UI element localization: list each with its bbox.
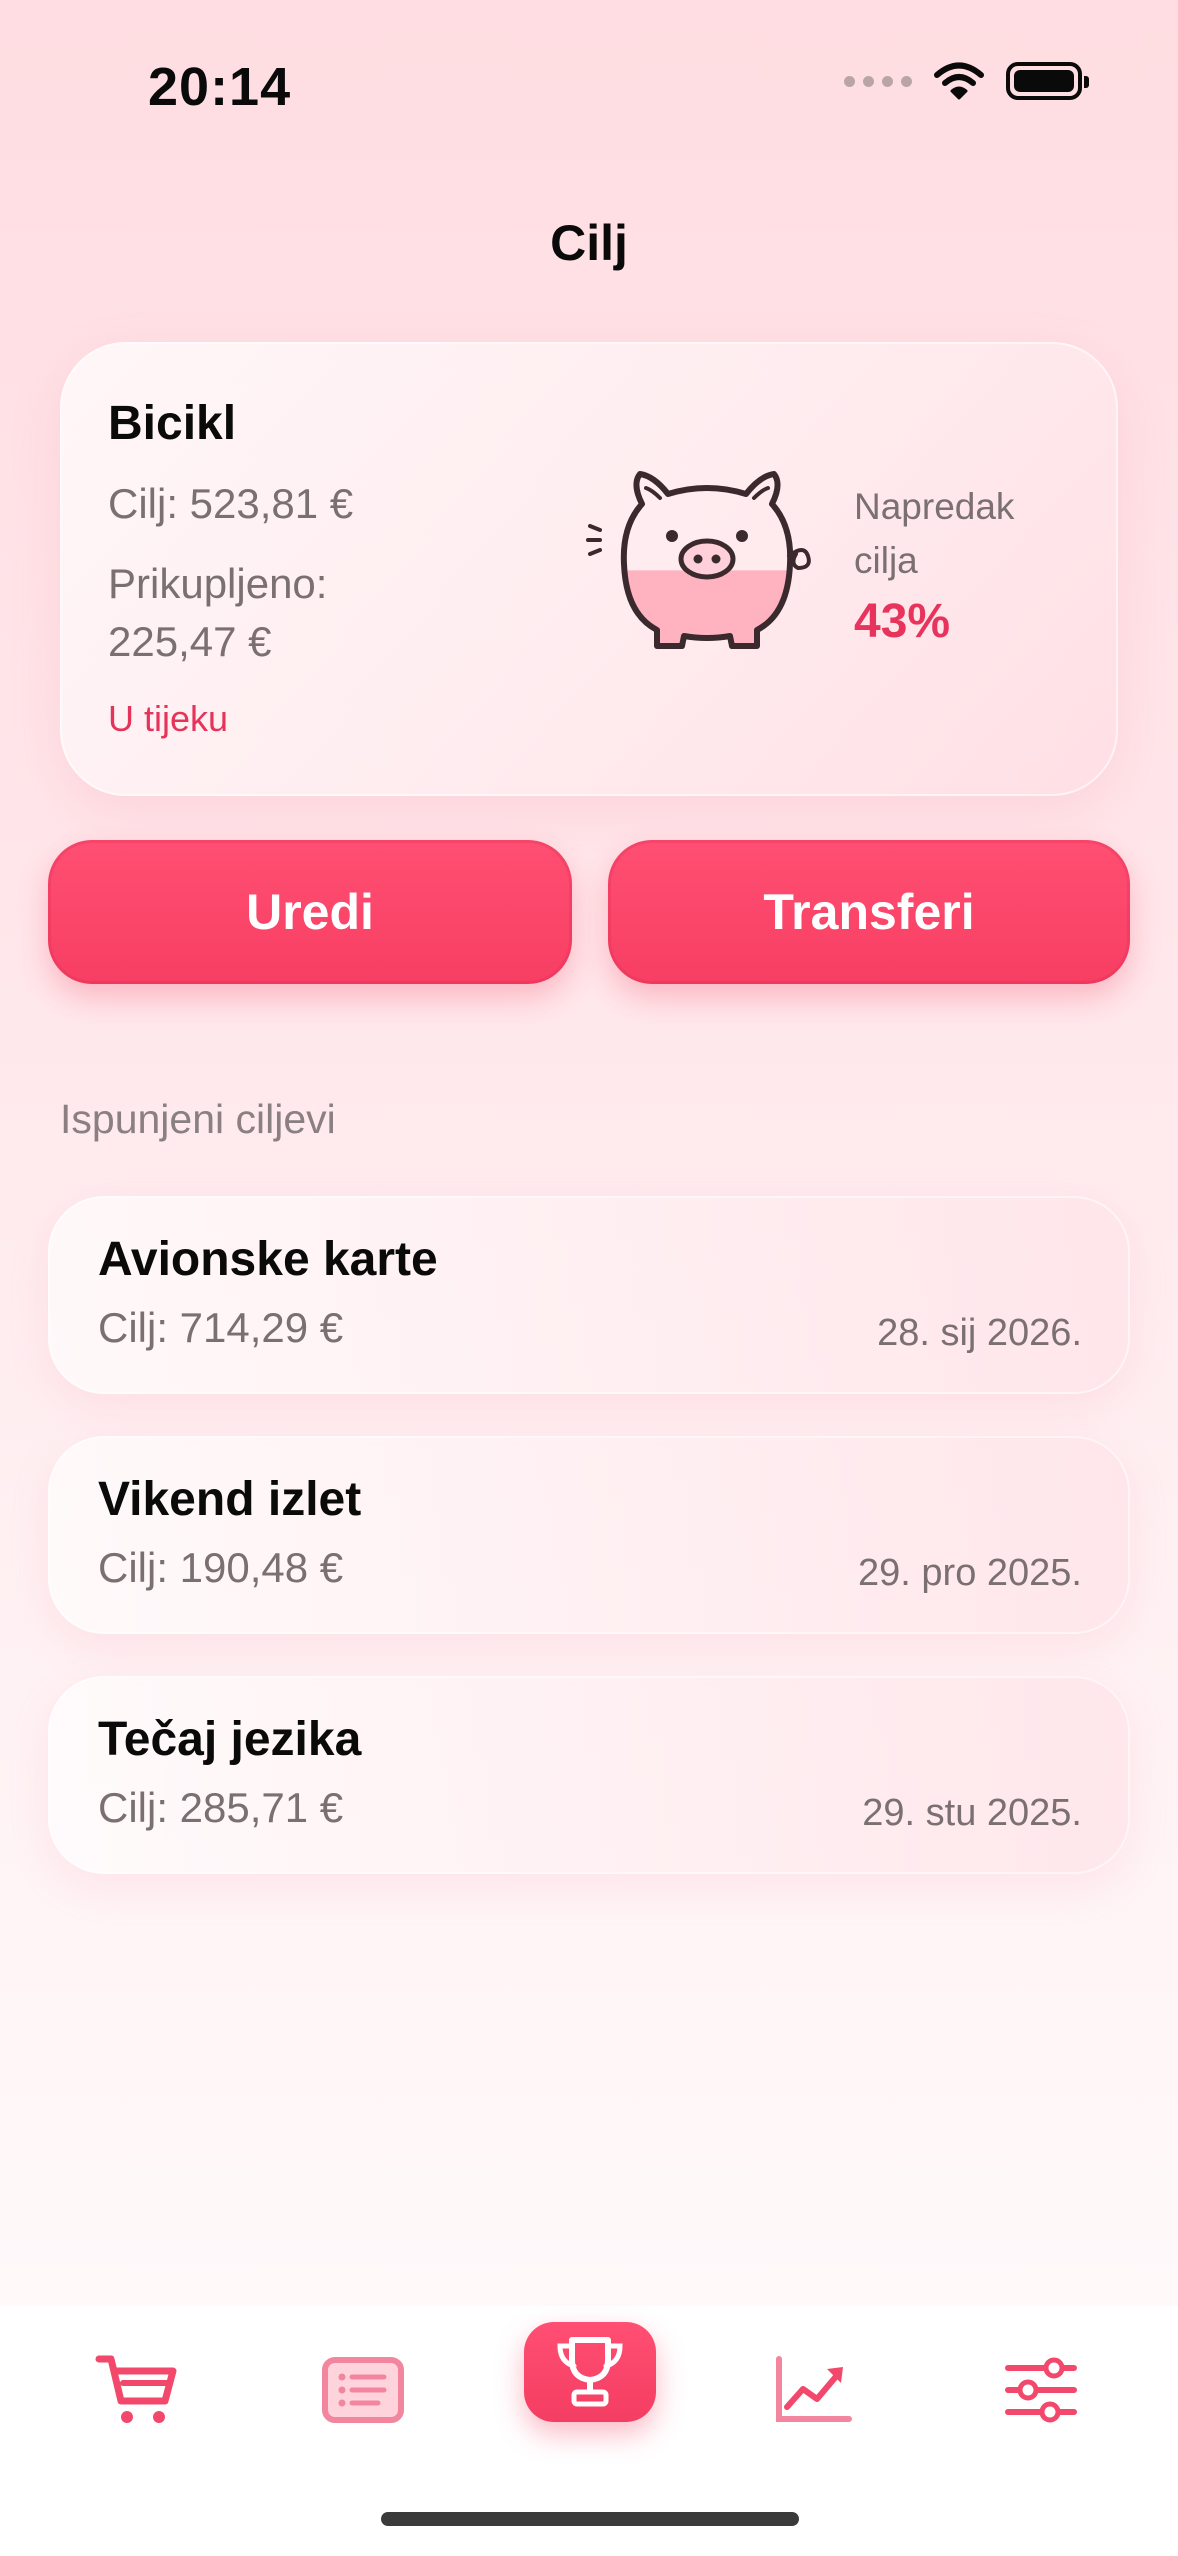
completed-goal-target: Cilj: 285,71 € (98, 1784, 344, 1831)
goal-target: Cilj: 523,81 € (108, 480, 354, 527)
completed-goal-date: 29. stu 2025. (862, 1792, 1082, 1834)
goal-status: U tijeku (108, 698, 229, 739)
page-title: Cilj (550, 215, 628, 271)
transfers-button[interactable]: Transferi (608, 840, 1130, 984)
completed-goal-card[interactable]: Tečaj jezika Cilj: 285,71 € 29. stu 2025… (48, 1676, 1130, 1874)
chart-icon (776, 2356, 852, 2422)
signal-dots-icon (844, 75, 912, 87)
piggy-bank-icon (586, 471, 811, 649)
completed-goal-date: 28. sij 2026. (877, 1312, 1082, 1354)
goal-collected-value: 225,47 € (108, 618, 272, 665)
sliders-icon (1005, 2357, 1077, 2423)
home-indicator (381, 2512, 799, 2526)
tab-transactions[interactable] (298, 2340, 428, 2440)
completed-goal-name: Tečaj jezika (98, 1713, 362, 1766)
completed-goal-card[interactable]: Avionske karte Cilj: 714,29 € 28. sij 20… (48, 1196, 1130, 1394)
completed-goal-target: Cilj: 190,48 € (98, 1544, 344, 1591)
progress-label: Napredak cilja (854, 486, 1015, 581)
cart-icon (95, 2355, 177, 2423)
completed-goal-name: Avionske karte (98, 1233, 438, 1286)
edit-button[interactable]: Uredi (48, 840, 572, 984)
battery-icon (1006, 62, 1089, 100)
completed-goals-title: Ispunjeni ciljevi (60, 1096, 336, 1142)
current-goal-card[interactable]: Bicikl Cilj: 523,81 € Prikupljeno: 225,4… (60, 342, 1118, 796)
list-icon (322, 2357, 404, 2423)
status-bar: 20:14 (0, 0, 1178, 170)
completed-goal-name: Vikend izlet (98, 1473, 362, 1526)
status-icons (844, 62, 1089, 100)
tab-settings[interactable] (976, 2340, 1106, 2440)
goal-name: Bicikl (108, 397, 237, 450)
wifi-icon (934, 62, 984, 100)
goal-collected-label: Prikupljeno: (108, 560, 328, 607)
tab-goals[interactable] (524, 2322, 656, 2422)
completed-goal-target: Cilj: 714,29 € (98, 1304, 344, 1351)
progress-value: 43% (854, 595, 951, 648)
completed-goal-card[interactable]: Vikend izlet Cilj: 190,48 € 29. pro 2025… (48, 1436, 1130, 1634)
trophy-icon (557, 2337, 623, 2407)
status-time: 20:14 (148, 57, 292, 117)
completed-goal-date: 29. pro 2025. (858, 1552, 1082, 1594)
tab-cart[interactable] (72, 2340, 202, 2440)
tab-statistics[interactable] (748, 2340, 878, 2440)
